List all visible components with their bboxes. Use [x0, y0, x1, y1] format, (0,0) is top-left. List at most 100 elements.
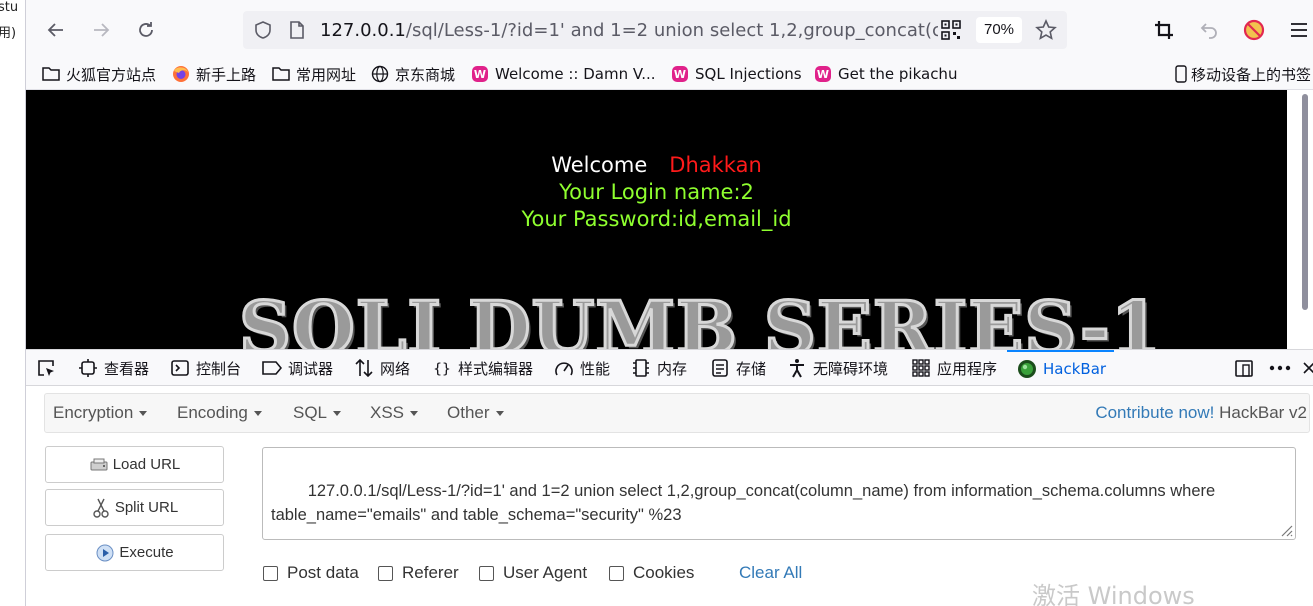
- app-menu-button[interactable]: [1283, 14, 1313, 46]
- page-scrollbar[interactable]: [1287, 90, 1313, 349]
- tab-debugger[interactable]: 调试器: [262, 350, 333, 386]
- caret-down-icon: [139, 411, 148, 417]
- undo-button[interactable]: [1193, 14, 1225, 46]
- zoom-level-button[interactable]: 70%: [976, 17, 1022, 43]
- menu-label: XSS: [370, 403, 405, 422]
- bookmark-label: 京东商城: [395, 65, 456, 84]
- tab-label: HackBar: [1043, 360, 1107, 378]
- sql-menu[interactable]: SQL: [293, 403, 342, 423]
- performance-icon: [554, 358, 574, 378]
- address-bar[interactable]: 127.0.0.1/sql/Less-1/?id=1' and 1=2 unio…: [243, 11, 1067, 49]
- checkbox-box[interactable]: [378, 565, 393, 581]
- encoding-menu[interactable]: Encoding: [177, 403, 262, 423]
- tab-hackbar[interactable]: HackBar: [1007, 350, 1114, 386]
- bookmark-item[interactable]: 京东商城: [371, 63, 455, 85]
- bookmark-item[interactable]: 新手上路: [172, 63, 256, 85]
- more-options-button[interactable]: [1269, 350, 1291, 386]
- wamp-icon: W: [471, 65, 489, 83]
- login-name-text: Your Login name:2: [559, 180, 754, 204]
- tab-inspector[interactable]: 查看器: [78, 350, 149, 386]
- checkbox-label: Post data: [287, 563, 359, 582]
- other-menu[interactable]: Other: [447, 403, 504, 423]
- debugger-icon: [262, 358, 282, 378]
- encryption-menu[interactable]: Encryption: [53, 403, 148, 423]
- bookmark-item[interactable]: 火狐官方站点: [42, 63, 156, 85]
- screenshot-button[interactable]: [1148, 14, 1180, 46]
- split-url-button[interactable]: Split URL: [45, 489, 224, 526]
- referer-checkbox[interactable]: Referer: [378, 563, 459, 583]
- forward-button[interactable]: [85, 14, 117, 46]
- contribute-link[interactable]: Contribute now!: [1095, 403, 1214, 422]
- button-label: Split URL: [114, 499, 179, 516]
- no-script-button[interactable]: [1238, 14, 1270, 46]
- xss-menu[interactable]: XSS: [370, 403, 419, 423]
- tab-application[interactable]: 应用程序: [911, 350, 997, 386]
- bookmark-item[interactable]: W Get the pikachu: [814, 63, 957, 85]
- bookmark-item[interactable]: 常用网址: [272, 63, 356, 85]
- mobile-device-icon: [1175, 65, 1187, 83]
- caret-down-icon: [410, 411, 419, 417]
- tab-network[interactable]: 网络: [354, 350, 410, 386]
- close-devtools-button[interactable]: [1302, 350, 1313, 386]
- picker-icon: [36, 358, 56, 378]
- scrollbar-thumb[interactable]: [1302, 94, 1308, 310]
- checkbox-box[interactable]: [479, 565, 494, 581]
- application-icon: [911, 358, 931, 378]
- user-agent-checkbox[interactable]: User Agent: [479, 563, 587, 583]
- checkbox-box[interactable]: [263, 565, 278, 581]
- tab-performance[interactable]: 性能: [554, 350, 610, 386]
- url-textarea-content: 127.0.0.1/sql/Less-1/?id=1' and 1=2 unio…: [271, 482, 1220, 524]
- load-url-button[interactable]: Load URL: [45, 446, 224, 483]
- clear-all-link[interactable]: Clear All: [739, 563, 802, 583]
- tab-console[interactable]: 控制台: [170, 350, 241, 386]
- shield-icon[interactable]: [253, 20, 273, 40]
- tab-label: 内存: [657, 359, 688, 378]
- folder-icon: [42, 65, 60, 83]
- tab-label: 调试器: [288, 359, 334, 378]
- bookmark-item[interactable]: W SQL Injections: [671, 63, 802, 85]
- svg-text:W: W: [817, 68, 829, 81]
- tab-accessibility[interactable]: 无障碍环境: [787, 350, 888, 386]
- back-arrow-icon: [47, 23, 63, 37]
- url-host: 127.0.0.1: [320, 20, 406, 41]
- blocked-icon: [1243, 19, 1265, 41]
- menu-label: SQL: [293, 403, 328, 422]
- qr-code-icon[interactable]: [941, 20, 961, 40]
- responsive-design-button[interactable]: [1234, 350, 1254, 386]
- folder-icon: [272, 65, 290, 83]
- cookies-checkbox[interactable]: Cookies: [609, 563, 694, 583]
- devtools-toolbar: 查看器 控制台 调试器 网络 {} 样式编辑器 性能 内存 存储 无障碍环境 应…: [26, 349, 1313, 386]
- forward-arrow-icon: [94, 23, 110, 37]
- welcome-line: Welcome Dhakkan: [26, 153, 1287, 177]
- wamp-icon: W: [671, 65, 689, 83]
- bookmark-star-icon[interactable]: [1035, 19, 1057, 41]
- back-button[interactable]: [40, 14, 72, 46]
- checkbox-label: User Agent: [503, 563, 588, 582]
- menu-label: Encryption: [53, 403, 134, 422]
- url-text[interactable]: 127.0.0.1/sql/Less-1/?id=1' and 1=2 unio…: [320, 20, 938, 41]
- play-icon: [95, 543, 115, 563]
- element-picker-button[interactable]: [36, 350, 56, 386]
- tab-label: 性能: [580, 359, 611, 378]
- bookmark-label: 火狐官方站点: [66, 65, 157, 84]
- reload-button[interactable]: [130, 14, 162, 46]
- tab-memory[interactable]: 内存: [631, 350, 687, 386]
- tab-storage[interactable]: 存储: [710, 350, 766, 386]
- resize-grip-icon[interactable]: [1279, 523, 1293, 537]
- wamp-icon: W: [814, 65, 832, 83]
- tab-label: 控制台: [196, 359, 242, 378]
- accessibility-icon: [787, 358, 807, 378]
- checkbox-box[interactable]: [609, 565, 624, 581]
- tab-style-editor[interactable]: {} 样式编辑器: [432, 350, 533, 386]
- sqli-banner-image: SQLI DUMB SERIES-1: [238, 284, 1163, 350]
- page-content: Welcome Dhakkan Your Login name:2 Your Pa…: [26, 90, 1287, 349]
- url-textarea[interactable]: 127.0.0.1/sql/Less-1/?id=1' and 1=2 unio…: [262, 447, 1296, 540]
- page-icon[interactable]: [288, 20, 306, 40]
- button-label: Execute: [119, 544, 174, 561]
- bookmark-item[interactable]: W Welcome :: Damn V...: [471, 63, 656, 85]
- activate-windows-watermark: 激活 Windows: [1032, 582, 1195, 606]
- mobile-bookmarks-folder[interactable]: 移动设备上的书签: [1175, 63, 1311, 85]
- execute-button[interactable]: Execute: [45, 534, 224, 571]
- post-data-checkbox[interactable]: Post data: [263, 563, 359, 583]
- bookmark-label: 常用网址: [296, 65, 357, 84]
